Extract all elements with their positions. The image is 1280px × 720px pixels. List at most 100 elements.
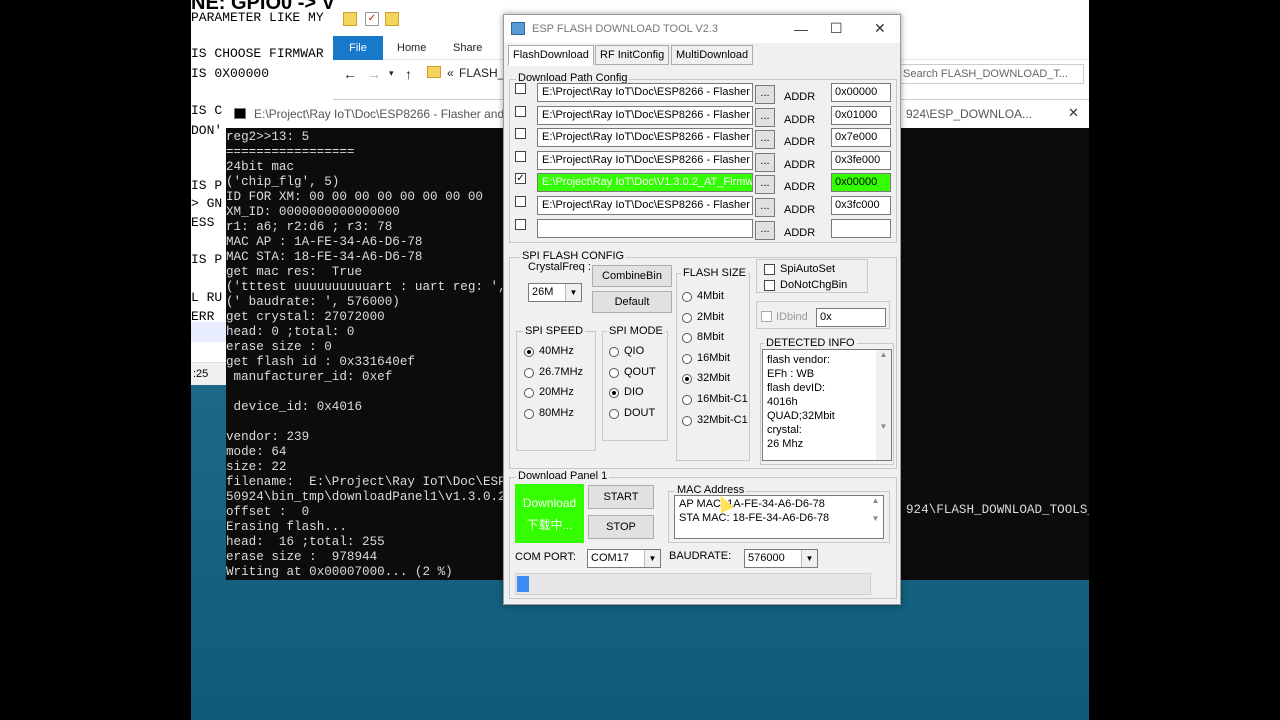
spi-speed-radio[interactable] [524,367,534,378]
idbind-input[interactable]: 0x [816,308,886,327]
browse-button[interactable]: ... [755,107,775,127]
do-not-chg-bin-checkbox[interactable] [764,280,775,291]
path-row-input[interactable]: E:\Project\Ray IoT\Doc\ESP8266 - Flasher… [537,83,753,102]
combine-bin-button[interactable]: CombineBin [592,265,672,287]
flash-size-label: FLASH SIZE [681,267,748,279]
esp-minimize-button[interactable]: — [794,21,808,37]
spi-mode-label: DOUT [624,406,656,419]
default-button[interactable]: Default [592,291,672,313]
browse-button[interactable]: ... [755,198,775,217]
detected-info-line: flash devID: [767,382,826,394]
path-row-input[interactable]: E:\Project\Ray IoT\Doc\ESP8266 - Flasher… [537,128,753,148]
ribbon-tab-home[interactable]: Home [397,36,426,60]
download-panel-label: Download Panel 1 [516,470,610,482]
esp-flash-tool-window: ESP FLASH DOWNLOAD TOOL V2.3 — ☐ ✕ Flash… [503,14,901,605]
flash-size-radio[interactable] [682,292,692,302]
console-line: ('tttest uuuuuuuuuuart : uart reg: ', [226,280,506,294]
addr-label: ADDR [784,204,816,216]
back-arrow-icon[interactable]: ← [343,66,357,82]
path-row-checkbox[interactable] [515,196,526,207]
path-row-checkbox[interactable] [515,83,526,94]
console-line: filename: E:\Project\Ray IoT\Doc\ESP [226,475,506,489]
flash-size-radio[interactable] [682,415,692,426]
idbind-checkbox[interactable] [761,311,772,322]
spi-speed-label: 26.7MHz [539,365,584,378]
addr-input[interactable]: 0x3fe000 [831,150,891,170]
path-row-checkbox[interactable] [515,128,526,140]
path-row-input[interactable] [537,218,753,238]
spi-mode-radio[interactable] [609,367,619,378]
flash-size-radio[interactable] [682,353,692,364]
browse-button[interactable]: ... [755,175,775,195]
addr-input[interactable] [831,218,891,238]
path-row-checkbox[interactable]: ✓ [515,173,526,185]
crystal-freq-select[interactable]: 26M ▼ [528,283,582,302]
path-row-checkbox[interactable] [515,105,526,117]
tab-flash-download[interactable]: FlashDownload [508,45,594,66]
path-row-input[interactable]: E:\Project\Ray IoT\Doc\ESP8266 - Flasher… [537,196,753,215]
tab-rf-init-config[interactable]: RF InitConfig [595,45,670,65]
detected-info-textarea[interactable]: flash vendor: EFh : WB flash devID: 4016h QU… [762,349,892,461]
recent-chevron-icon[interactable]: ▾ [389,68,394,79]
explorer-search-input[interactable]: Search FLASH_DOWNLOAD_T... [898,64,1084,84]
addr-input[interactable]: 0x00000 [831,173,891,193]
esp-app-icon [511,22,525,35]
path-row-checkbox[interactable] [515,218,526,230]
addr-input[interactable]: 0x00000 [831,83,891,102]
start-button[interactable]: START [588,485,654,509]
addr-input[interactable]: 0x01000 [831,105,891,125]
browse-button[interactable]: ... [755,85,775,104]
stop-button[interactable]: STOP [588,515,654,539]
notepad-line: IS C [191,103,223,118]
download-text: Download [522,496,577,510]
spi-speed-radio[interactable] [524,408,534,419]
detected-info-line: crystal: [767,424,802,436]
path-row-input[interactable]: E:\Project\Ray IoT\Doc\ESP8266 - Flasher… [537,150,753,170]
path-row-checkbox[interactable] [515,150,526,162]
spi-auto-set-checkbox[interactable] [764,264,775,275]
ribbon-tab-share[interactable]: Share [453,36,482,60]
addr-label: ADDR [784,158,816,171]
spi-speed-label: SPI SPEED [523,325,586,337]
spi-mode-radio[interactable] [609,347,619,357]
forward-arrow-icon[interactable]: → [367,66,381,82]
path-row-input[interactable]: E:\Project\Ray IoT\Doc\V1.3.0.2_AT_Firmw [537,173,753,193]
crystal-freq-value: 26M [532,286,554,298]
console-line: 50924\bin_tmp\downloadPanel1\v1.3.0.2 [226,490,506,504]
console-line: MAC STA: 18-FE-34-A6-D6-78 [226,250,423,264]
baudrate-select[interactable]: 576000 ▼ [744,549,818,568]
download-status-indicator: Download 下载中... [515,484,584,543]
console-line: MAC AP : 1A-FE-34-A6-D6-78 [226,235,423,249]
mac-scrollbar[interactable]: ▲ ▼ [868,496,883,538]
notepad-line: DON' [191,123,223,138]
new-folder-icon[interactable] [385,12,399,26]
addr-input[interactable]: 0x3fc000 [831,196,891,215]
detected-info-scrollbar[interactable]: ▲ ▼ [876,350,891,460]
flash-size-radio[interactable] [682,395,692,405]
up-arrow-icon[interactable]: ↑ [405,66,412,82]
ribbon-tab-file[interactable]: File [333,36,383,60]
path-row-input[interactable]: E:\Project\Ray IoT\Doc\ESP8266 - Flasher… [537,105,753,125]
console-close-icon[interactable]: ✕ [1068,105,1079,121]
right-black-border [1089,0,1280,720]
console-icon [234,108,246,119]
browse-button[interactable]: ... [755,130,775,150]
folder-icon [343,12,357,26]
notepad-line: PARAMETER LIKE MY [191,10,324,25]
com-port-value: COM17 [591,552,629,564]
download-progress-bar [515,573,871,595]
browse-button[interactable]: ... [755,152,775,172]
spi-mode-label: SPI MODE [607,325,665,337]
addr-input[interactable]: 0x7e000 [831,128,891,148]
properties-icon[interactable]: ✓ [365,12,379,26]
path-segment[interactable]: FLASH_ [459,66,504,80]
mac-address-textarea[interactable]: AP MAC: 1A-FE-34-A6-D6-78 STA MAC: 18-FE… [674,495,884,539]
browse-button[interactable]: ... [755,220,775,240]
esp-maximize-button[interactable]: ☐ [830,20,843,37]
com-port-select[interactable]: COM17 ▼ [587,549,661,568]
esp-close-button[interactable]: ✕ [874,20,886,37]
flash-size-radio[interactable] [682,312,692,323]
spi-mode-radio[interactable] [609,408,619,419]
tab-multi-download[interactable]: MultiDownload [671,45,754,65]
spi-speed-radio[interactable] [524,347,534,357]
